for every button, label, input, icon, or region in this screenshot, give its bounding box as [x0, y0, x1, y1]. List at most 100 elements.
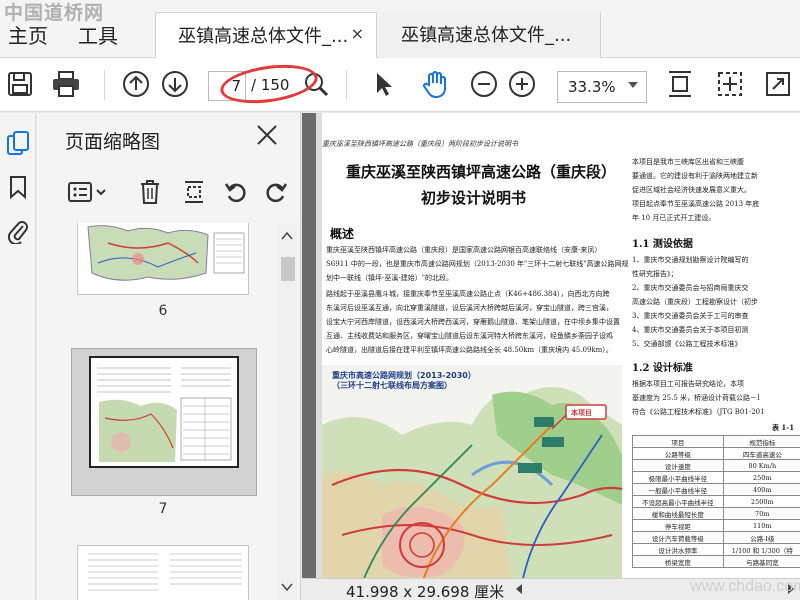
thumbnail-label: 7 [158, 501, 168, 517]
table-row: 设计速度 80 Km/h [632, 459, 800, 472]
paragraph-line: 互通、主线收费站和服务区，穿曜宝山隧道后设东溪河特大桥跨东溪河，经鱼鳞乡荼园子设… [326, 332, 613, 340]
map-title-line: （三环十二射七联线布局方案图） [332, 381, 452, 390]
map-title: 重庆市高速公路网规划（2013-2030） （三环十二射七联线布局方案图） [332, 371, 476, 391]
spec-table: 项目 规范指标 公路等级 四车道高速公 设计速度 80 Km/h 极限最小平曲线半径 2… [632, 435, 800, 568]
zoom-level-select[interactable]: 33.3% [557, 71, 647, 103]
close-icon[interactable]: × [351, 24, 364, 43]
site-watermark: 中国道桥网 [4, 2, 105, 24]
paragraph-line: 心岭隧道，出隧道后接在建平利至镇坪高速公路路线全长 48.50km（重庆境内 4… [326, 346, 613, 354]
tab-document-2[interactable]: 巫镇高速总体文件_... [379, 12, 601, 58]
table-caption: 表 1-1 [772, 423, 795, 432]
paragraph-line: 3、重庆市交通委员会关于工可的审查 [632, 312, 749, 320]
table-row: 公路等级 四车道高速公 [632, 447, 800, 460]
highway-network-map: 重庆市高速公路网规划（2013-2030） （三环十二射七联线布局方案图） 本项… [322, 365, 622, 583]
table-row: 不设超高最小平曲线半径 2500m [632, 495, 800, 508]
print-icon[interactable] [48, 66, 84, 102]
fit-width-icon[interactable] [712, 66, 748, 102]
tab-label: 巫镇高速总体文件_... [401, 25, 572, 46]
table-cell: 设计汽车荷载等级 [632, 531, 724, 544]
thumbnail-panel: 页面缩略图 6 7 [37, 113, 301, 600]
paragraph-line: 高速公路（重庆段）工程勘察设计（初步 [632, 298, 758, 306]
thumbnail-list: 6 7 [37, 223, 277, 600]
map-project-label: 本项目 [571, 409, 592, 417]
table-row: 项目 规范指标 [632, 435, 800, 448]
document-view[interactable]: 重庆巫溪至陕西镇坪高速公路（重庆段）两阶段初步设计说明书 重庆巫溪至陕西镇坪高速… [302, 113, 800, 600]
paragraph-line: 5、交通部颁《公路工程技术标准》 [632, 340, 742, 348]
paragraph-line: 项目起点奉节至巫溪高速公路 2013 年底 [632, 200, 760, 208]
chevron-down-icon [628, 82, 638, 88]
table-cell: 设计洪水频率 [632, 543, 724, 556]
pdf-viewer-window: 主页 工具 巫镇高速总体文件_... × 巫镇高速总体文件_... 中国道桥网 … [0, 0, 800, 600]
table-row: 缓和曲线最短长度 70m [632, 507, 800, 520]
extract-pages-icon[interactable] [177, 175, 211, 209]
zoom-in-icon[interactable] [504, 66, 540, 102]
pages-icon[interactable] [4, 129, 32, 157]
page-dimensions: 41.998 x 29.698 厘米 [346, 583, 505, 600]
table-cell: 250m [722, 471, 800, 484]
pointer-icon[interactable] [366, 66, 402, 102]
table-row: 停车视距 110m [632, 519, 800, 532]
zoom-out-icon[interactable] [466, 66, 502, 102]
table-cell: 110m [722, 519, 800, 532]
document-title: 重庆巫溪至陕西镇坪高速公路（重庆段） [346, 163, 617, 181]
table-cell: 400m [722, 483, 800, 496]
table-row: 桥梁宽度 与路基同宽 [632, 555, 800, 568]
table-row: 设计洪水频率 1/100 和 1/300（特 [632, 543, 800, 556]
table-row: 极限最小平曲线半径 250m [632, 471, 800, 484]
thumbnail-page-6[interactable] [77, 223, 249, 295]
paperclip-icon[interactable] [4, 217, 32, 245]
scroll-left-icon[interactable] [516, 584, 522, 594]
paragraph-line: 基速度为 25.5 米，桥涵设计荷载公路－Ⅰ [632, 394, 760, 402]
paragraph-line: 本项目是我市三峡库区出省和三峡腹 [632, 158, 744, 166]
rotate-right-icon[interactable] [259, 175, 293, 209]
paragraph-line: 要通道。它的建设有利于渝陕两地建立新 [632, 172, 758, 180]
panel-title: 页面缩略图 [65, 131, 161, 153]
panel-toolbar [37, 173, 301, 213]
paragraph-line: 设宝大宁河西岸隧道，设西溪河大桥跨西溪河，穿雁鹅山隧道、笔架山隧道，在中坝乡集中… [326, 318, 620, 326]
table-cell: 极限最小平曲线半径 [632, 471, 724, 484]
running-header: 重庆巫溪至陕西镇坪高速公路（重庆段）两阶段初步设计说明书 [322, 140, 518, 148]
paragraph-line: S6911 中的一段，也是重庆市高速公路网规划（2013-2030 年"三环十二… [326, 260, 629, 268]
subsection-heading: 1.2 设计标准 [632, 363, 693, 374]
table-cell: 不设超高最小平曲线半径 [632, 495, 724, 508]
tab-document-1[interactable]: 巫镇高速总体文件_... × [155, 12, 377, 58]
fullscreen-icon[interactable] [760, 66, 796, 102]
paragraph-line: 2、重庆市交通委员会与招商局重庆交 [632, 284, 749, 292]
document-subtitle: 初步设计说明书 [421, 189, 527, 207]
table-cell: 一般最小平曲线半径 [632, 483, 724, 496]
bookmark-icon[interactable] [4, 173, 32, 201]
options-menu-icon[interactable] [65, 175, 109, 209]
zoom-value: 33.3% [568, 78, 616, 96]
table-cell: 与路基同宽 [722, 555, 800, 568]
table-cell: 公路等级 [632, 447, 724, 460]
paragraph-line: 1、重庆市交通规划勘察设计院编写的 [632, 256, 749, 264]
paragraph-line: 4、重庆市交通委员会关于本项目初测 [632, 326, 749, 334]
toolbar-divider [346, 70, 347, 100]
trash-icon[interactable] [133, 175, 167, 209]
rotate-left-icon[interactable] [219, 175, 253, 209]
right-column: 本项目是我市三峡库区出省和三峡腹 要通道。它的建设有利于渝陕两地建立新 促进区域… [632, 153, 800, 583]
subsection-heading: 1.1 测设依据 [632, 239, 693, 250]
fit-page-icon[interactable] [662, 66, 698, 102]
thumbnail-page-8[interactable] [77, 545, 249, 600]
table-cell: 缓和曲线最短长度 [632, 507, 724, 520]
close-icon[interactable] [255, 123, 281, 149]
paragraph-line: 年 10 月已正式开工建设。 [632, 214, 716, 222]
map-title-line: 重庆市高速公路网规划（2013-2030） [332, 371, 476, 380]
save-icon[interactable] [2, 66, 38, 102]
arrow-down-icon[interactable] [157, 66, 193, 102]
paragraph-line: 促进区域社会经济快速发展意义重大。 [632, 186, 751, 194]
scrollbar-thumb[interactable] [281, 257, 295, 281]
toolbar: 7 / 150 33.3% [0, 58, 800, 112]
arrow-up-icon[interactable] [118, 66, 154, 102]
table-cell: 四车道高速公 [722, 447, 800, 460]
paragraph-line: 划中一联线（镇坪-巫溪-建始）"的北段。 [326, 274, 453, 282]
table-cell: 项目 [632, 435, 724, 448]
thumbnail-scrollbar[interactable] [277, 223, 297, 600]
hand-icon[interactable] [418, 66, 454, 102]
site-watermark: www.chdao.com [690, 578, 800, 595]
table-cell: 80 Km/h [722, 459, 800, 472]
paragraph-line: 东溪河后设巫溪互通，向北穿重溪隧道，设后溪河大桥跨越后溪河，穿宝山隧道，跨三宫溪… [326, 304, 613, 312]
table-row: 一般最小平曲线半径 400m [632, 483, 800, 496]
thumbnail-page-7[interactable] [89, 356, 239, 468]
